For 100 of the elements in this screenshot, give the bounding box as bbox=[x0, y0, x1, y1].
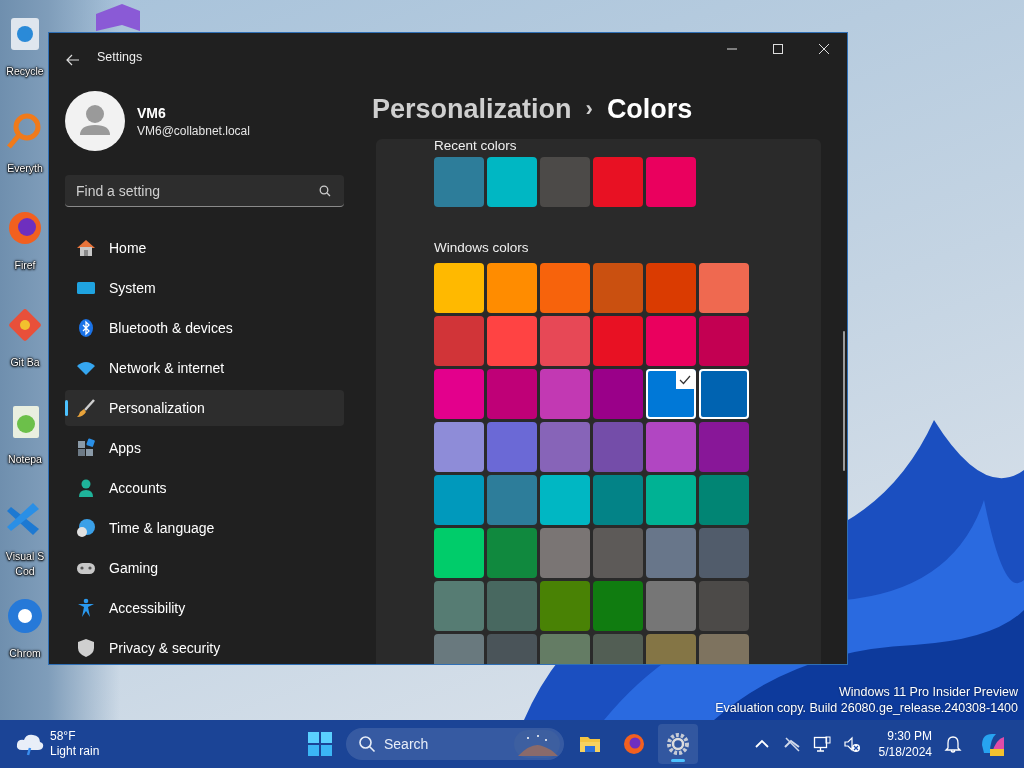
color-swatch[interactable] bbox=[593, 316, 643, 366]
speaker-muted-icon[interactable] bbox=[842, 735, 861, 753]
browser-icon[interactable] bbox=[622, 732, 646, 756]
accessibility-icon bbox=[76, 598, 96, 618]
user-email: VM6@collabnet.local bbox=[137, 123, 250, 138]
color-swatch[interactable] bbox=[593, 581, 643, 631]
color-swatch[interactable] bbox=[434, 157, 484, 207]
color-swatch[interactable] bbox=[699, 316, 749, 366]
color-swatch[interactable] bbox=[593, 369, 643, 419]
nav-item[interactable]: Bluetooth & devices bbox=[65, 310, 344, 346]
close-icon[interactable] bbox=[818, 43, 830, 55]
person-icon bbox=[76, 478, 96, 498]
bell-icon[interactable] bbox=[944, 735, 962, 753]
windows-logo-icon[interactable] bbox=[308, 732, 332, 756]
breadcrumb-separator: › bbox=[585, 96, 593, 122]
color-swatch[interactable] bbox=[434, 316, 484, 366]
page-title: Colors bbox=[606, 93, 693, 125]
nav-item[interactable]: Accessibility bbox=[65, 590, 344, 626]
color-swatch[interactable] bbox=[487, 369, 537, 419]
globe-clock-icon bbox=[76, 518, 96, 538]
color-swatch[interactable] bbox=[699, 369, 749, 419]
user-name: VM6 bbox=[137, 104, 167, 121]
color-swatch[interactable] bbox=[593, 422, 643, 472]
clock-button[interactable]: 9:30 PM 5/18/2024 bbox=[878, 728, 932, 760]
weather-widget[interactable]: 58°F Light rain bbox=[16, 729, 100, 759]
search-icon[interactable] bbox=[319, 185, 331, 197]
apps-icon bbox=[76, 438, 96, 458]
color-swatch[interactable] bbox=[699, 475, 749, 525]
monitor-icon[interactable] bbox=[812, 735, 831, 753]
temperature-text: 58°F bbox=[50, 729, 77, 744]
color-swatch[interactable] bbox=[487, 263, 537, 313]
nav-item[interactable]: Time & language bbox=[65, 510, 344, 546]
maximize-icon[interactable] bbox=[772, 43, 784, 55]
network-off-icon[interactable] bbox=[782, 735, 801, 753]
color-swatch[interactable] bbox=[646, 528, 696, 578]
breadcrumb-link[interactable]: Personalization bbox=[372, 93, 572, 125]
color-swatch[interactable] bbox=[434, 475, 484, 525]
rain-cloud-icon bbox=[16, 732, 44, 756]
checkmark-icon bbox=[676, 371, 694, 389]
nav-item[interactable]: System bbox=[65, 270, 344, 306]
color-swatch[interactable] bbox=[434, 369, 484, 419]
nav-item[interactable]: Network & internet bbox=[65, 350, 344, 386]
color-swatch[interactable] bbox=[699, 422, 749, 472]
section-heading: Recent colors bbox=[434, 139, 518, 155]
nav-item[interactable]: Accounts bbox=[65, 470, 344, 506]
avatar-icon bbox=[65, 91, 125, 151]
color-swatch[interactable] bbox=[434, 581, 484, 631]
color-swatch[interactable] bbox=[593, 157, 643, 207]
color-swatch[interactable] bbox=[646, 369, 696, 419]
color-swatch[interactable] bbox=[540, 528, 590, 578]
weather-text: Light rain bbox=[50, 744, 100, 759]
color-swatch[interactable] bbox=[699, 528, 749, 578]
scrollbar-thumb[interactable] bbox=[843, 331, 845, 471]
color-swatch[interactable] bbox=[646, 316, 696, 366]
nav-item[interactable]: Home bbox=[65, 230, 344, 266]
brush-icon bbox=[76, 398, 96, 418]
nav-item[interactable]: Apps bbox=[65, 430, 344, 466]
color-swatch[interactable] bbox=[646, 422, 696, 472]
taskbar-app-button[interactable] bbox=[658, 724, 698, 764]
nav-item[interactable]: Personalization bbox=[65, 390, 344, 426]
color-swatch[interactable] bbox=[540, 157, 590, 207]
color-swatch[interactable] bbox=[487, 422, 537, 472]
color-swatch[interactable] bbox=[699, 263, 749, 313]
color-swatch[interactable] bbox=[540, 369, 590, 419]
color-swatch[interactable] bbox=[540, 316, 590, 366]
color-swatch[interactable] bbox=[434, 263, 484, 313]
color-swatch[interactable] bbox=[593, 475, 643, 525]
color-swatch[interactable] bbox=[646, 157, 696, 207]
color-swatch[interactable] bbox=[434, 422, 484, 472]
color-swatch[interactable] bbox=[487, 475, 537, 525]
window-title: Settings bbox=[97, 50, 143, 64]
search-icon[interactable] bbox=[358, 735, 376, 753]
color-swatch[interactable] bbox=[540, 263, 590, 313]
taskbar-search-button[interactable]: Search bbox=[346, 728, 564, 760]
color-swatch[interactable] bbox=[487, 528, 537, 578]
nav-item[interactable]: Privacy & security bbox=[65, 630, 344, 664]
search-field[interactable]: Find a setting bbox=[65, 175, 344, 207]
color-swatch[interactable] bbox=[540, 581, 590, 631]
nav-item[interactable]: Gaming bbox=[65, 550, 344, 586]
watermark-text: Evaluation copy. Build 26080.ge_release.240308-1400 bbox=[715, 700, 1018, 716]
color-swatch[interactable] bbox=[593, 263, 643, 313]
running-indicator bbox=[671, 759, 685, 762]
browser-icon[interactable] bbox=[5, 596, 45, 636]
color-swatch[interactable] bbox=[487, 581, 537, 631]
gear-icon[interactable] bbox=[666, 732, 690, 756]
color-swatch[interactable] bbox=[646, 263, 696, 313]
colorful-app-icon[interactable] bbox=[980, 731, 1006, 757]
color-swatch[interactable] bbox=[646, 581, 696, 631]
color-swatch[interactable] bbox=[699, 581, 749, 631]
selection-indicator bbox=[65, 400, 68, 416]
color-swatch[interactable] bbox=[487, 316, 537, 366]
color-swatch[interactable] bbox=[593, 528, 643, 578]
home-icon bbox=[76, 238, 96, 258]
color-swatch[interactable] bbox=[540, 475, 590, 525]
watermark-text: Windows 11 Pro Insider Preview bbox=[838, 684, 1018, 700]
landscape-drawing bbox=[514, 730, 560, 758]
color-swatch[interactable] bbox=[487, 157, 537, 207]
color-swatch[interactable] bbox=[540, 422, 590, 472]
color-swatch[interactable] bbox=[434, 528, 484, 578]
color-swatch[interactable] bbox=[646, 475, 696, 525]
